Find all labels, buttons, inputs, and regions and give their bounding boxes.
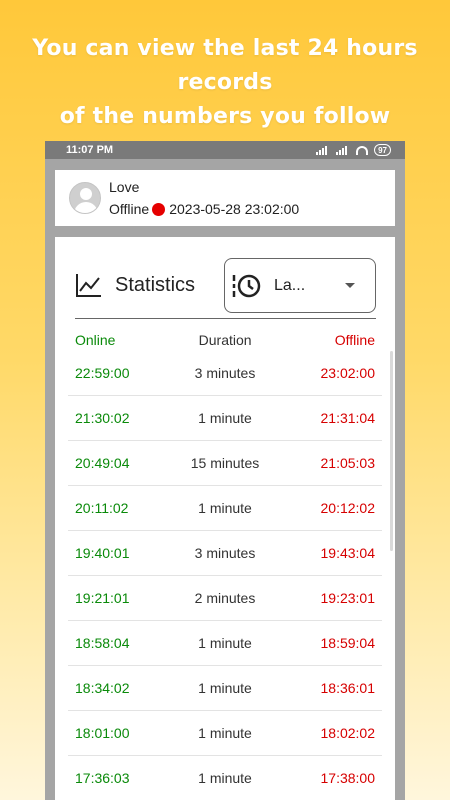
- chevron-down-icon: [345, 283, 355, 288]
- line-chart-icon: [76, 274, 101, 297]
- headline-line-1: You can view the last 24 hours records: [32, 36, 418, 95]
- table-row: 19:40:01 3 minutes 19:43:04: [68, 531, 382, 576]
- table-row: 22:59:00 3 minutes 23:02:00: [68, 351, 382, 396]
- duration: 1 minute: [198, 725, 252, 741]
- duration: 1 minute: [198, 410, 252, 426]
- status-time: 11:07 PM: [66, 144, 114, 156]
- promo-headline: You can view the last 24 hours records o…: [0, 32, 450, 134]
- contact-status-line: Offline 2023-05-28 23:02:00: [109, 200, 299, 218]
- online-time: 19:40:01: [75, 545, 130, 561]
- duration: 2 minutes: [194, 590, 256, 606]
- contact-timestamp: 2023-05-28 23:02:00: [169, 201, 300, 217]
- time-range-dropdown[interactable]: La...: [224, 258, 376, 313]
- status-icons: 97: [316, 144, 391, 156]
- column-duration: Duration: [198, 332, 252, 348]
- duration: 1 minute: [198, 680, 252, 696]
- duration: 1 minute: [198, 500, 252, 516]
- online-time: 18:34:02: [75, 680, 130, 696]
- online-time: 19:21:01: [75, 590, 130, 606]
- online-time: 17:36:03: [75, 770, 130, 786]
- online-time: 18:58:04: [75, 635, 130, 651]
- time-range-value: La...: [274, 276, 306, 294]
- offline-time: 18:36:01: [320, 680, 376, 696]
- duration: 3 minutes: [194, 365, 256, 381]
- table-row: 20:11:02 1 minute 20:12:02: [68, 486, 382, 531]
- online-time: 18:01:00: [75, 725, 130, 741]
- offline-time: 18:59:04: [320, 635, 376, 651]
- records-list[interactable]: 22:59:00 3 minutes 23:02:00 21:30:02 1 minu…: [68, 351, 382, 800]
- online-time: 22:59:00: [75, 365, 130, 381]
- column-online: Online: [75, 332, 116, 348]
- scrollbar[interactable]: [390, 351, 393, 551]
- offline-time: 18:02:02: [320, 725, 376, 741]
- duration: 3 minutes: [194, 545, 256, 561]
- offline-dot-icon: [152, 202, 166, 216]
- online-time: 20:49:04: [75, 455, 130, 471]
- status-bar: 11:07 PM 97: [45, 141, 405, 159]
- table-row: 18:01:00 1 minute 18:02:02: [68, 711, 382, 756]
- history-icon: [232, 274, 261, 297]
- offline-time: 19:43:04: [320, 545, 376, 561]
- contact-info: Love Offline 2023-05-28 23:02:00: [109, 178, 299, 218]
- contact-status: Offline: [109, 201, 150, 217]
- signal-icon: [316, 145, 330, 155]
- offline-time: 17:38:00: [320, 770, 376, 786]
- battery-level: 97: [378, 145, 387, 155]
- offline-time: 23:02:00: [320, 365, 376, 381]
- table-row: 18:58:04 1 minute 18:59:04: [68, 621, 382, 666]
- wifi-icon: [356, 145, 369, 155]
- offline-time: 20:12:02: [320, 500, 376, 516]
- table-row: 19:21:01 2 minutes 19:23:01: [68, 576, 382, 621]
- table-row: 20:49:04 15 minutes 21:05:03: [68, 441, 382, 486]
- battery-icon: 97: [374, 144, 391, 156]
- contact-card[interactable]: Love Offline 2023-05-28 23:02:00: [55, 170, 395, 226]
- headline-line-2: of the numbers you follow: [59, 104, 391, 129]
- duration: 1 minute: [198, 635, 252, 651]
- contact-name: Love: [109, 179, 140, 195]
- statistics-title: Statistics: [115, 273, 196, 296]
- table-header: Online Duration Offline: [75, 330, 375, 350]
- table-row: 21:30:02 1 minute 21:31:04: [68, 396, 382, 441]
- offline-time: 21:31:04: [320, 410, 376, 426]
- column-offline: Offline: [334, 332, 375, 348]
- online-time: 21:30:02: [75, 410, 130, 426]
- offline-time: 19:23:01: [320, 590, 376, 606]
- online-time: 20:11:02: [75, 500, 129, 516]
- statistics-header: Statistics: [75, 272, 195, 298]
- duration: 15 minutes: [190, 455, 260, 471]
- divider: [75, 318, 376, 319]
- table-row: 18:34:02 1 minute 18:36:01: [68, 666, 382, 711]
- avatar: [69, 182, 101, 214]
- duration: 1 minute: [198, 770, 252, 786]
- table-row: 17:36:03 1 minute 17:38:00: [68, 756, 382, 800]
- phone-screen: 11:07 PM 97 Love Offline 2023-05-28 23:0…: [45, 141, 405, 800]
- statistics-card: Statistics La... Online Duration Offline…: [55, 237, 395, 800]
- offline-time: 21:05:03: [320, 455, 376, 471]
- signal-icon-2: [336, 145, 350, 155]
